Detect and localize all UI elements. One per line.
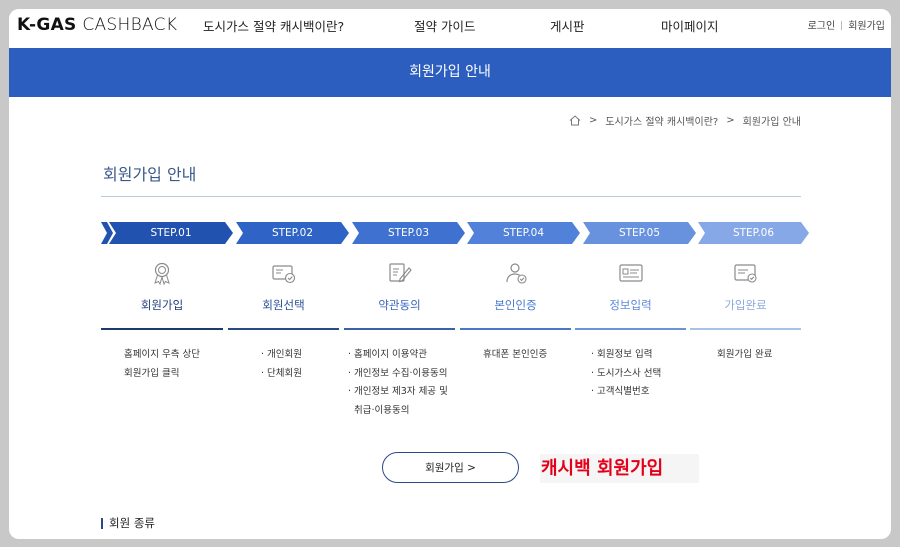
page-banner: 회원가입 안내 — [9, 48, 891, 97]
heading-bar-marker — [101, 517, 103, 529]
desc-line: · 개인정보 제3자 제공 및 — [348, 386, 448, 397]
desc-line: 휴대폰 본인인증 — [483, 349, 548, 360]
step-underline-2 — [228, 328, 339, 330]
step-title-6: 가입완료 — [724, 298, 767, 312]
step-progress-bar: STEP.01 STEP.02 STEP.03 STEP.04 STEP.05 … — [101, 222, 809, 244]
signup-button[interactable]: 회원가입 > — [382, 452, 519, 483]
step-desc-4: 휴대폰 본인인증 — [460, 346, 571, 365]
signup-link[interactable]: 회원가입 — [848, 21, 885, 32]
step-desc-1: 홈페이지 우측 상단 회원가입 클릭 — [101, 346, 223, 383]
step-label-4: STEP.04 — [502, 227, 545, 239]
step-column-6: 가입완료 회원가입 완료 — [690, 261, 801, 365]
step-column-1: 회원가입 홈페이지 우측 상단 회원가입 클릭 — [101, 261, 223, 383]
cashback-signup-caption: 캐시백 회원가입 — [540, 454, 699, 483]
agreement-document-icon — [388, 263, 412, 283]
desc-line: 취급·이용동의 — [348, 404, 410, 416]
desc-line: · 개인회원 — [261, 349, 302, 360]
logo-bold-text: K-GAS — [17, 15, 77, 35]
site-logo[interactable]: K-GAS CASHBACK — [17, 15, 177, 35]
step-desc-5: · 회원정보 입력 · 도시가스사 선택 · 고객식별번호 — [575, 346, 686, 402]
breadcrumb: > 도시가스 절약 캐시백이란? > 회원가입 안내 — [569, 113, 801, 128]
title-divider — [101, 196, 801, 197]
login-link[interactable]: 로그인 — [808, 21, 836, 32]
desc-line: · 회원정보 입력 — [591, 349, 653, 360]
step-label-5: STEP.05 — [618, 227, 661, 239]
step-column-5: 정보입력 · 회원정보 입력 · 도시가스사 선택 · 고객식별번호 — [575, 261, 686, 402]
home-icon[interactable] — [569, 115, 581, 126]
top-header: K-GAS CASHBACK 도시가스 절약 캐시백이란? 절약 가이드 게시판… — [9, 9, 891, 49]
step-column-4: 본인인증 휴대폰 본인인증 — [460, 261, 571, 365]
desc-line: · 단체회원 — [261, 367, 302, 379]
util-links: 로그인 회원가입 — [808, 17, 885, 32]
member-card-icon — [271, 265, 295, 284]
step-title-2: 회원선택 — [262, 298, 305, 312]
nav-board[interactable]: 게시판 — [550, 16, 585, 35]
nav-mypage[interactable]: 마이페이지 — [661, 16, 719, 35]
desc-line: · 도시가스사 선택 — [591, 367, 662, 379]
nav-saving-guide[interactable]: 절약 가이드 — [414, 16, 475, 35]
member-type-heading-text: 회원 종류 — [109, 516, 155, 530]
page-frame: K-GAS CASHBACK 도시가스 절약 캐시백이란? 절약 가이드 게시판… — [9, 9, 891, 539]
step-underline-6 — [690, 328, 801, 330]
breadcrumb-current: 회원가입 안내 — [742, 117, 801, 128]
step-label-6: STEP.06 — [732, 227, 775, 239]
breadcrumb-separator: > — [726, 115, 735, 126]
step-underline-3 — [344, 328, 455, 330]
breadcrumb-separator: > — [588, 115, 598, 126]
step-label-2: STEP.02 — [271, 227, 314, 239]
step-desc-2: · 개인회원 · 단체회원 — [228, 346, 339, 383]
member-type-heading: 회원 종류 — [101, 515, 155, 531]
step-label-3: STEP.03 — [387, 227, 430, 239]
step-desc-6: 회원가입 완료 — [690, 346, 801, 365]
page-title: 회원가입 안내 — [103, 165, 197, 184]
step-underline-1 — [101, 328, 223, 330]
step-desc-3: · 홈페이지 이용약관 · 개인정보 수집·이용동의 · 개인정보 제3자 제공… — [344, 346, 455, 420]
desc-line: 회원가입 클릭 — [124, 367, 180, 379]
desc-line: · 홈페이지 이용약관 — [348, 349, 427, 360]
desc-line: · 개인정보 수집·이용동의 — [348, 367, 448, 379]
breadcrumb-parent[interactable]: 도시가스 절약 캐시백이란? — [605, 113, 718, 128]
desc-line: 홈페이지 우측 상단 — [124, 349, 200, 360]
step-title-4: 본인인증 — [494, 298, 537, 312]
form-input-icon — [618, 264, 643, 282]
desc-line: 회원가입 완료 — [717, 349, 773, 360]
step-title-5: 정보입력 — [609, 298, 652, 312]
logo-light-text: CASHBACK — [76, 15, 178, 35]
util-divider — [841, 21, 843, 30]
step-column-2: 회원선택 · 개인회원 · 단체회원 — [228, 261, 339, 383]
award-badge-icon — [154, 262, 170, 285]
user-verify-icon — [505, 263, 527, 284]
desc-line: · 고객식별번호 — [591, 386, 650, 397]
step-title-1: 회원가입 — [140, 298, 184, 312]
step-underline-4 — [460, 328, 571, 330]
step-label-1: STEP.01 — [150, 227, 192, 239]
step-underline-5 — [575, 328, 686, 330]
nav-cashback-intro[interactable]: 도시가스 절약 캐시백이란? — [203, 16, 344, 35]
step-column-3: 약관동의 · 홈페이지 이용약관 · 개인정보 수집·이용동의 · 개인정보 제… — [344, 261, 455, 420]
certificate-complete-icon — [733, 264, 757, 283]
step-title-3: 약관동의 — [378, 298, 421, 312]
